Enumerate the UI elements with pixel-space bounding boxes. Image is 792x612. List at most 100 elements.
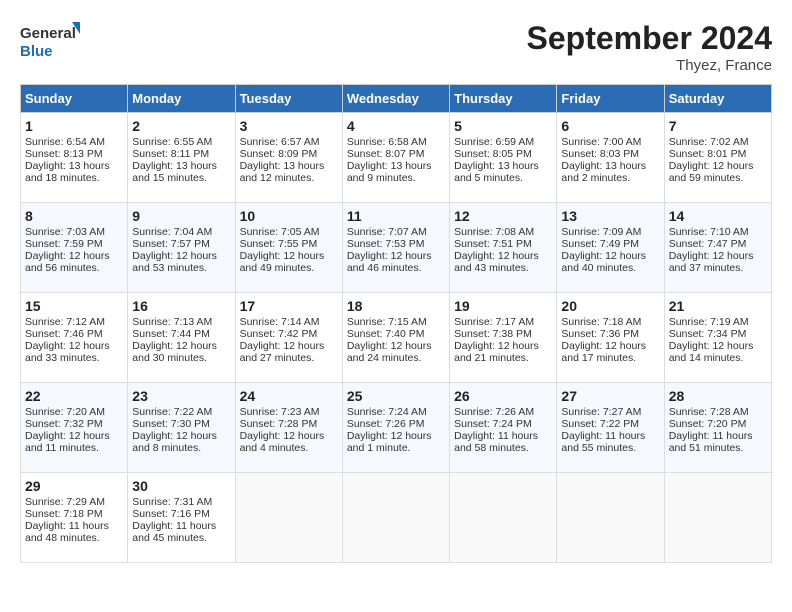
month-title: September 2024 xyxy=(527,20,772,57)
sunrise-label: Sunrise: 7:10 AM xyxy=(669,226,749,238)
table-row: 15 Sunrise: 7:12 AM Sunset: 7:46 PM Dayl… xyxy=(21,293,128,383)
daylight-label: Daylight: 12 hours and 24 minutes. xyxy=(347,340,432,364)
page-header: General Blue September 2024 Thyez, Franc… xyxy=(20,20,772,74)
daylight-label: Daylight: 11 hours and 45 minutes. xyxy=(132,520,216,544)
table-row xyxy=(342,473,449,563)
day-number: 1 xyxy=(25,118,123,134)
sunset-label: Sunset: 7:40 PM xyxy=(347,328,425,340)
sunrise-label: Sunrise: 7:15 AM xyxy=(347,316,427,328)
daylight-label: Daylight: 11 hours and 55 minutes. xyxy=(561,430,645,454)
day-number: 25 xyxy=(347,388,445,404)
day-number: 12 xyxy=(454,208,552,224)
day-number: 7 xyxy=(669,118,767,134)
table-row: 5 Sunrise: 6:59 AM Sunset: 8:05 PM Dayli… xyxy=(450,113,557,203)
daylight-label: Daylight: 11 hours and 58 minutes. xyxy=(454,430,538,454)
table-row: 18 Sunrise: 7:15 AM Sunset: 7:40 PM Dayl… xyxy=(342,293,449,383)
table-row xyxy=(664,473,771,563)
sunset-label: Sunset: 8:07 PM xyxy=(347,148,425,160)
sunrise-label: Sunrise: 6:57 AM xyxy=(240,136,320,148)
table-row: 8 Sunrise: 7:03 AM Sunset: 7:59 PM Dayli… xyxy=(21,203,128,293)
day-number: 11 xyxy=(347,208,445,224)
daylight-label: Daylight: 12 hours and 37 minutes. xyxy=(669,250,754,274)
daylight-label: Daylight: 12 hours and 27 minutes. xyxy=(240,340,325,364)
sunrise-label: Sunrise: 7:22 AM xyxy=(132,406,212,418)
sunset-label: Sunset: 7:24 PM xyxy=(454,418,532,430)
daylight-label: Daylight: 12 hours and 1 minute. xyxy=(347,430,432,454)
table-row: 24 Sunrise: 7:23 AM Sunset: 7:28 PM Dayl… xyxy=(235,383,342,473)
day-number: 4 xyxy=(347,118,445,134)
daylight-label: Daylight: 13 hours and 5 minutes. xyxy=(454,160,539,184)
table-row: 25 Sunrise: 7:24 AM Sunset: 7:26 PM Dayl… xyxy=(342,383,449,473)
svg-text:General: General xyxy=(20,25,76,42)
col-wednesday: Wednesday xyxy=(342,85,449,113)
table-row: 16 Sunrise: 7:13 AM Sunset: 7:44 PM Dayl… xyxy=(128,293,235,383)
sunset-label: Sunset: 7:22 PM xyxy=(561,418,639,430)
table-row: 22 Sunrise: 7:20 AM Sunset: 7:32 PM Dayl… xyxy=(21,383,128,473)
day-number: 10 xyxy=(240,208,338,224)
sunset-label: Sunset: 7:34 PM xyxy=(669,328,747,340)
daylight-label: Daylight: 12 hours and 11 minutes. xyxy=(25,430,110,454)
daylight-label: Daylight: 12 hours and 40 minutes. xyxy=(561,250,646,274)
table-row: 7 Sunrise: 7:02 AM Sunset: 8:01 PM Dayli… xyxy=(664,113,771,203)
table-row: 3 Sunrise: 6:57 AM Sunset: 8:09 PM Dayli… xyxy=(235,113,342,203)
daylight-label: Daylight: 12 hours and 33 minutes. xyxy=(25,340,110,364)
sunrise-label: Sunrise: 7:24 AM xyxy=(347,406,427,418)
calendar-table: Sunday Monday Tuesday Wednesday Thursday… xyxy=(20,84,772,563)
day-number: 26 xyxy=(454,388,552,404)
table-row: 27 Sunrise: 7:27 AM Sunset: 7:22 PM Dayl… xyxy=(557,383,664,473)
sunset-label: Sunset: 7:16 PM xyxy=(132,508,210,520)
daylight-label: Daylight: 13 hours and 12 minutes. xyxy=(240,160,325,184)
table-row: 30 Sunrise: 7:31 AM Sunset: 7:16 PM Dayl… xyxy=(128,473,235,563)
table-row: 11 Sunrise: 7:07 AM Sunset: 7:53 PM Dayl… xyxy=(342,203,449,293)
table-row: 20 Sunrise: 7:18 AM Sunset: 7:36 PM Dayl… xyxy=(557,293,664,383)
sunset-label: Sunset: 7:32 PM xyxy=(25,418,103,430)
day-number: 17 xyxy=(240,298,338,314)
sunrise-label: Sunrise: 6:55 AM xyxy=(132,136,212,148)
sunrise-label: Sunrise: 7:14 AM xyxy=(240,316,320,328)
day-number: 8 xyxy=(25,208,123,224)
sunrise-label: Sunrise: 7:04 AM xyxy=(132,226,212,238)
calendar-week-5: 29 Sunrise: 7:29 AM Sunset: 7:18 PM Dayl… xyxy=(21,473,772,563)
table-row: 21 Sunrise: 7:19 AM Sunset: 7:34 PM Dayl… xyxy=(664,293,771,383)
day-number: 19 xyxy=(454,298,552,314)
table-row: 4 Sunrise: 6:58 AM Sunset: 8:07 PM Dayli… xyxy=(342,113,449,203)
sunrise-label: Sunrise: 7:23 AM xyxy=(240,406,320,418)
day-number: 5 xyxy=(454,118,552,134)
sunset-label: Sunset: 7:53 PM xyxy=(347,238,425,250)
sunrise-label: Sunrise: 7:12 AM xyxy=(25,316,105,328)
calendar-week-3: 15 Sunrise: 7:12 AM Sunset: 7:46 PM Dayl… xyxy=(21,293,772,383)
sunrise-label: Sunrise: 6:59 AM xyxy=(454,136,534,148)
sunset-label: Sunset: 7:18 PM xyxy=(25,508,103,520)
day-number: 14 xyxy=(669,208,767,224)
day-number: 6 xyxy=(561,118,659,134)
table-row xyxy=(557,473,664,563)
day-number: 18 xyxy=(347,298,445,314)
day-number: 29 xyxy=(25,478,123,494)
sunset-label: Sunset: 7:59 PM xyxy=(25,238,103,250)
daylight-label: Daylight: 12 hours and 4 minutes. xyxy=(240,430,325,454)
daylight-label: Daylight: 11 hours and 51 minutes. xyxy=(669,430,753,454)
sunset-label: Sunset: 7:47 PM xyxy=(669,238,747,250)
sunrise-label: Sunrise: 7:08 AM xyxy=(454,226,534,238)
daylight-label: Daylight: 13 hours and 2 minutes. xyxy=(561,160,646,184)
daylight-label: Daylight: 11 hours and 48 minutes. xyxy=(25,520,109,544)
sunrise-label: Sunrise: 7:29 AM xyxy=(25,496,105,508)
table-row: 13 Sunrise: 7:09 AM Sunset: 7:49 PM Dayl… xyxy=(557,203,664,293)
sunset-label: Sunset: 7:26 PM xyxy=(347,418,425,430)
table-row: 6 Sunrise: 7:00 AM Sunset: 8:03 PM Dayli… xyxy=(557,113,664,203)
sunset-label: Sunset: 7:20 PM xyxy=(669,418,747,430)
sunset-label: Sunset: 7:44 PM xyxy=(132,328,210,340)
sunset-label: Sunset: 8:03 PM xyxy=(561,148,639,160)
day-number: 15 xyxy=(25,298,123,314)
day-number: 23 xyxy=(132,388,230,404)
sunrise-label: Sunrise: 7:26 AM xyxy=(454,406,534,418)
day-number: 20 xyxy=(561,298,659,314)
sunset-label: Sunset: 7:36 PM xyxy=(561,328,639,340)
svg-text:Blue: Blue xyxy=(20,43,53,60)
table-row xyxy=(235,473,342,563)
table-row: 2 Sunrise: 6:55 AM Sunset: 8:11 PM Dayli… xyxy=(128,113,235,203)
sunset-label: Sunset: 7:57 PM xyxy=(132,238,210,250)
sunrise-label: Sunrise: 7:07 AM xyxy=(347,226,427,238)
sunset-label: Sunset: 8:05 PM xyxy=(454,148,532,160)
day-number: 21 xyxy=(669,298,767,314)
